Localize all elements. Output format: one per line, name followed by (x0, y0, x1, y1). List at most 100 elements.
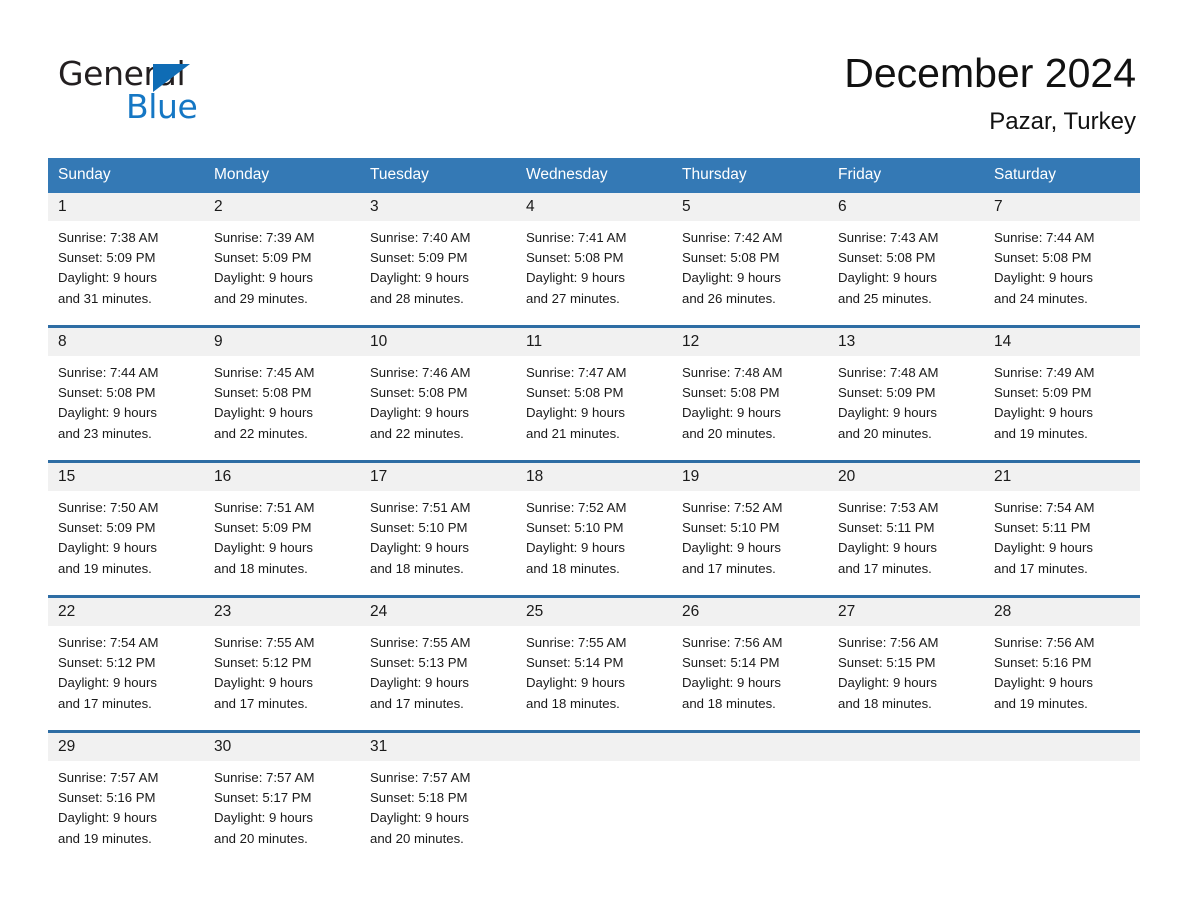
daylight-text-line2: and 25 minutes. (838, 290, 932, 306)
calendar-day-cell[interactable]: 4 Sunrise: 7:41 AM Sunset: 5:08 PM Daylight… (516, 193, 672, 327)
day-sun-info: Sunrise: 7:54 AM Sunset: 5:11 PM Daylight:… (984, 491, 1140, 579)
daylight-text-line2: and 18 minutes. (526, 560, 620, 576)
day-cell-content (828, 733, 984, 761)
calendar-day-cell[interactable]: 18 Sunrise: 7:52 AM Sunset: 5:10 PM Dayligh… (516, 460, 672, 597)
sunset-text: Sunset: 5:08 PM (682, 250, 780, 266)
daylight-text-line1: Daylight: 9 hours (682, 405, 781, 421)
sunrise-text: Sunrise: 7:51 AM (214, 500, 315, 515)
day-number-band: 16 (204, 463, 360, 491)
calendar-day-cell[interactable]: 13 Sunrise: 7:48 AM Sunset: 5:09 PM Dayligh… (828, 325, 984, 462)
calendar-header-row: Sunday Monday Tuesday Wednesday Thursday… (48, 158, 1140, 193)
calendar-day-cell[interactable]: 25 Sunrise: 7:55 AM Sunset: 5:14 PM Dayligh… (516, 595, 672, 732)
day-number-band (984, 733, 1140, 761)
calendar-day-cell[interactable]: 26 Sunrise: 7:56 AM Sunset: 5:14 PM Dayligh… (672, 595, 828, 732)
day-number-band: 7 (984, 193, 1140, 221)
calendar-day-cell[interactable]: 17 Sunrise: 7:51 AM Sunset: 5:10 PM Dayligh… (360, 460, 516, 597)
calendar-day-cell[interactable]: 30 Sunrise: 7:57 AM Sunset: 5:17 PM Dayligh… (204, 730, 360, 853)
sunset-text: Sunset: 5:08 PM (682, 385, 780, 401)
day-number: 10 (370, 333, 388, 350)
day-sun-info: Sunrise: 7:38 AM Sunset: 5:09 PM Daylight:… (48, 221, 204, 309)
calendar-day-cell[interactable]: 1 Sunrise: 7:38 AM Sunset: 5:09 PM Daylight… (48, 193, 204, 327)
day-cell-content (984, 733, 1140, 761)
calendar-day-cell[interactable]: 19 Sunrise: 7:52 AM Sunset: 5:10 PM Dayligh… (672, 460, 828, 597)
calendar-day-cell[interactable]: 20 Sunrise: 7:53 AM Sunset: 5:11 PM Dayligh… (828, 460, 984, 597)
calendar-day-cell[interactable]: 8 Sunrise: 7:44 AM Sunset: 5:08 PM Daylight… (48, 325, 204, 462)
calendar-day-cell[interactable]: 27 Sunrise: 7:56 AM Sunset: 5:15 PM Dayligh… (828, 595, 984, 732)
weekday-header-monday: Monday (204, 158, 360, 193)
day-number-band: 28 (984, 598, 1140, 626)
day-cell-content: 26 Sunrise: 7:56 AM Sunset: 5:14 PM Dayligh… (672, 598, 828, 730)
calendar-day-cell[interactable]: 23 Sunrise: 7:55 AM Sunset: 5:12 PM Dayligh… (204, 595, 360, 732)
calendar-day-cell[interactable]: 12 Sunrise: 7:48 AM Sunset: 5:08 PM Dayligh… (672, 325, 828, 462)
sunrise-text: Sunrise: 7:52 AM (526, 500, 627, 515)
sunset-text: Sunset: 5:18 PM (370, 790, 468, 806)
sunset-text: Sunset: 5:09 PM (370, 250, 468, 266)
daylight-text-line2: and 19 minutes. (58, 560, 152, 576)
sunset-text: Sunset: 5:09 PM (58, 520, 156, 536)
daylight-text-line1: Daylight: 9 hours (370, 675, 469, 691)
day-cell-content: 19 Sunrise: 7:52 AM Sunset: 5:10 PM Dayligh… (672, 463, 828, 595)
sunrise-text: Sunrise: 7:48 AM (682, 365, 783, 380)
sunrise-text: Sunrise: 7:53 AM (838, 500, 939, 515)
sunset-text: Sunset: 5:11 PM (994, 520, 1091, 536)
day-sun-info: Sunrise: 7:40 AM Sunset: 5:09 PM Daylight:… (360, 221, 516, 309)
page-title: December 2024 (844, 50, 1136, 96)
calendar-day-cell[interactable]: 15 Sunrise: 7:50 AM Sunset: 5:09 PM Dayligh… (48, 460, 204, 597)
daylight-text-line1: Daylight: 9 hours (994, 675, 1093, 691)
daylight-text-line1: Daylight: 9 hours (58, 405, 157, 421)
calendar-day-cell[interactable]: 21 Sunrise: 7:54 AM Sunset: 5:11 PM Dayligh… (984, 460, 1140, 597)
sunrise-text: Sunrise: 7:48 AM (838, 365, 939, 380)
daylight-text-line2: and 18 minutes. (682, 695, 776, 711)
calendar-day-cell[interactable]: 24 Sunrise: 7:55 AM Sunset: 5:13 PM Dayligh… (360, 595, 516, 732)
sunset-text: Sunset: 5:08 PM (214, 385, 312, 401)
daylight-text-line2: and 27 minutes. (526, 290, 620, 306)
calendar-day-cell[interactable]: 5 Sunrise: 7:42 AM Sunset: 5:08 PM Daylight… (672, 193, 828, 327)
day-number: 4 (526, 198, 535, 215)
day-sun-info: Sunrise: 7:57 AM Sunset: 5:17 PM Daylight:… (204, 761, 360, 849)
calendar-day-cell[interactable]: 22 Sunrise: 7:54 AM Sunset: 5:12 PM Dayligh… (48, 595, 204, 732)
day-sun-info: Sunrise: 7:55 AM Sunset: 5:13 PM Daylight:… (360, 626, 516, 714)
sunrise-text: Sunrise: 7:56 AM (994, 635, 1095, 650)
calendar-day-cell[interactable]: 9 Sunrise: 7:45 AM Sunset: 5:08 PM Daylight… (204, 325, 360, 462)
generalblue-logo[interactable]: General Blue (58, 54, 318, 126)
calendar-day-cell[interactable]: 3 Sunrise: 7:40 AM Sunset: 5:09 PM Daylight… (360, 193, 516, 327)
calendar-day-cell-empty (672, 730, 828, 853)
day-sun-info: Sunrise: 7:50 AM Sunset: 5:09 PM Daylight:… (48, 491, 204, 579)
day-number-band: 9 (204, 328, 360, 356)
day-number: 25 (526, 603, 544, 620)
day-number-band: 10 (360, 328, 516, 356)
sunset-text: Sunset: 5:10 PM (526, 520, 624, 536)
logo-text-blue: Blue (126, 87, 198, 126)
daylight-text-line1: Daylight: 9 hours (58, 675, 157, 691)
sunset-text: Sunset: 5:08 PM (526, 385, 624, 401)
calendar-day-cell[interactable]: 29 Sunrise: 7:57 AM Sunset: 5:16 PM Dayligh… (48, 730, 204, 853)
calendar-day-cell[interactable]: 16 Sunrise: 7:51 AM Sunset: 5:09 PM Dayligh… (204, 460, 360, 597)
day-cell-content: 10 Sunrise: 7:46 AM Sunset: 5:08 PM Dayligh… (360, 328, 516, 460)
calendar-day-cell[interactable]: 2 Sunrise: 7:39 AM Sunset: 5:09 PM Daylight… (204, 193, 360, 327)
day-sun-info: Sunrise: 7:53 AM Sunset: 5:11 PM Daylight:… (828, 491, 984, 579)
sunset-text: Sunset: 5:11 PM (838, 520, 935, 536)
calendar-day-cell[interactable]: 7 Sunrise: 7:44 AM Sunset: 5:08 PM Daylight… (984, 193, 1140, 327)
day-number: 21 (994, 468, 1012, 485)
day-cell-content: 16 Sunrise: 7:51 AM Sunset: 5:09 PM Dayligh… (204, 463, 360, 595)
daylight-text-line2: and 19 minutes. (994, 425, 1088, 441)
day-sun-info: Sunrise: 7:56 AM Sunset: 5:15 PM Daylight:… (828, 626, 984, 714)
calendar-day-cell[interactable]: 6 Sunrise: 7:43 AM Sunset: 5:08 PM Daylight… (828, 193, 984, 327)
calendar-day-cell[interactable]: 28 Sunrise: 7:56 AM Sunset: 5:16 PM Dayligh… (984, 595, 1140, 732)
sunrise-text: Sunrise: 7:55 AM (526, 635, 627, 650)
calendar-day-cell[interactable]: 31 Sunrise: 7:57 AM Sunset: 5:18 PM Dayligh… (360, 730, 516, 853)
calendar-day-cell[interactable]: 10 Sunrise: 7:46 AM Sunset: 5:08 PM Dayligh… (360, 325, 516, 462)
day-cell-content: 13 Sunrise: 7:48 AM Sunset: 5:09 PM Dayligh… (828, 328, 984, 460)
calendar-day-cell-empty (984, 730, 1140, 853)
daylight-text-line1: Daylight: 9 hours (214, 675, 313, 691)
day-number: 14 (994, 333, 1012, 350)
calendar-day-cell[interactable]: 14 Sunrise: 7:49 AM Sunset: 5:09 PM Dayligh… (984, 325, 1140, 462)
day-sun-info: Sunrise: 7:41 AM Sunset: 5:08 PM Daylight:… (516, 221, 672, 309)
calendar-day-cell[interactable]: 11 Sunrise: 7:47 AM Sunset: 5:08 PM Dayligh… (516, 325, 672, 462)
weekday-header-thursday: Thursday (672, 158, 828, 193)
day-sun-info: Sunrise: 7:39 AM Sunset: 5:09 PM Daylight:… (204, 221, 360, 309)
sunset-text: Sunset: 5:17 PM (214, 790, 312, 806)
sunrise-text: Sunrise: 7:44 AM (994, 230, 1095, 245)
daylight-text-line1: Daylight: 9 hours (370, 270, 469, 286)
sunset-text: Sunset: 5:10 PM (682, 520, 780, 536)
